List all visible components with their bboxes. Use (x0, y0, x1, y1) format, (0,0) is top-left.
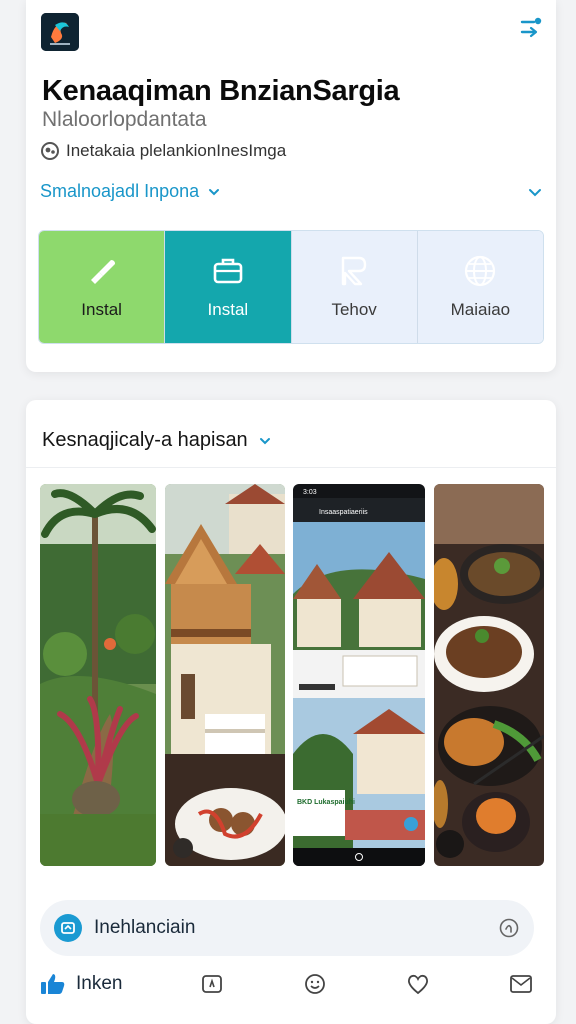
globe-icon (463, 254, 497, 288)
heart-icon[interactable] (405, 971, 431, 997)
action-label: Instal (207, 300, 249, 319)
category-link[interactable]: Smalnoajadl Inpona (40, 181, 221, 202)
screenshot-house[interactable] (165, 484, 285, 866)
save-icon[interactable] (199, 971, 225, 997)
chevron-down-icon (207, 185, 221, 199)
category-row: Smalnoajadl Inpona (40, 181, 542, 202)
developer-row[interactable]: Inetakaia plelankionInesImga (40, 141, 286, 161)
app-title: Kenaaqiman BnzianSargia (42, 75, 400, 107)
divider (26, 467, 556, 468)
app-logo (41, 13, 79, 51)
app-badge-icon (54, 914, 82, 942)
flag-icon (337, 254, 371, 288)
install-button-primary[interactable]: Instal (39, 231, 165, 343)
app-subtitle: Nlaloorlopdantata (42, 108, 207, 131)
action-bar: Inken (40, 968, 534, 1000)
expand-chevron-icon[interactable] (528, 185, 542, 199)
status-time: 3:03 (303, 489, 317, 496)
gallery-title: Kesnaqjicaly-a hapisan (42, 429, 248, 451)
developer-name: Inetakaia plelankionInesImga (66, 141, 287, 160)
chevron-down-icon (258, 434, 272, 448)
action-grid: Instal Instal Tehov Maiaiao (38, 230, 544, 344)
app-screen-title: Insaaspatiaeriis (319, 509, 368, 516)
thumbs-up-icon (40, 971, 66, 997)
screenshot-garden[interactable] (40, 484, 156, 866)
app-card-text: BKD Lukaspaiuhi (297, 799, 355, 806)
share-icon[interactable] (518, 14, 544, 40)
gallery-heading[interactable]: Kesnaqjicaly-a hapisan (42, 429, 272, 452)
search-label: Inehlanciain (94, 917, 196, 938)
screenshot-app-screen[interactable]: 3:03 Insaaspatiaeriis BKD Lukaspaiuhi (293, 484, 425, 866)
mail-icon[interactable] (508, 971, 534, 997)
developer-icon (40, 141, 60, 161)
action-label: Tehov (331, 300, 377, 319)
action-label: Maiaiao (450, 300, 511, 319)
brush-icon (85, 254, 119, 288)
screenshots-card: Kesnaqjicaly-a hapisan 3:03 Insaaspatiae… (26, 400, 556, 1024)
app-header-card: Kenaaqiman BnzianSargia Nlaloorlopdantat… (26, 0, 556, 372)
like-label: Inken (76, 973, 123, 994)
action-label: Instal (81, 300, 122, 319)
emoji-icon[interactable] (302, 971, 328, 997)
review-search-bar[interactable]: Inehlanciain (40, 900, 534, 956)
category-label: Smalnoajadl Inpona (40, 181, 200, 201)
install-button-secondary[interactable]: Instal (164, 231, 291, 343)
briefcase-icon (211, 254, 245, 288)
like-button[interactable]: Inken (40, 971, 122, 997)
info-icon[interactable] (498, 917, 520, 939)
report-button[interactable]: Tehov (290, 231, 417, 343)
screenshot-food[interactable] (434, 484, 544, 866)
website-button[interactable]: Maiaiao (416, 231, 543, 343)
